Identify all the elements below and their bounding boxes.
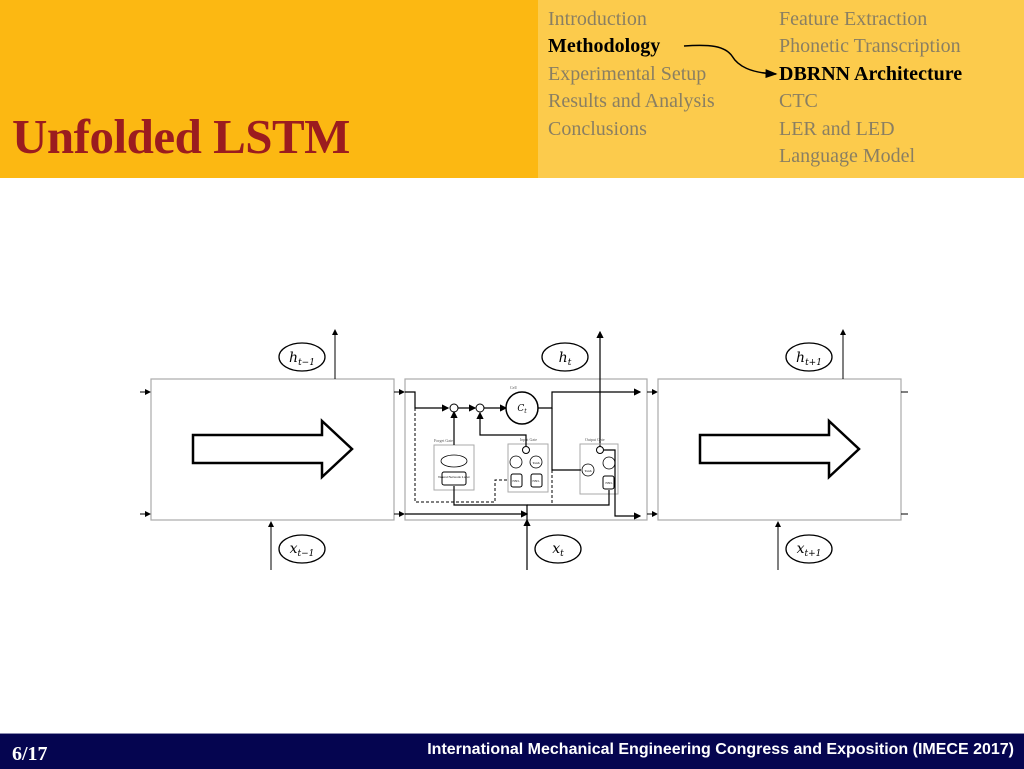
header-title-panel: Unfolded LSTM [0, 0, 538, 178]
nav-section-introduction[interactable]: Introduction [548, 6, 715, 33]
nav-subsection-dbrnn-architecture[interactable]: DBRNN Architecture [779, 61, 962, 88]
nav-subsection-language-model[interactable]: Language Model [779, 143, 962, 170]
svg-text:Neural Network Layer: Neural Network Layer [438, 475, 471, 479]
nav-subsection-feature-extraction[interactable]: Feature Extraction [779, 6, 962, 33]
footer-bar: 6/17 International Mechanical Engineerin… [0, 733, 1024, 769]
nav-subsection-ctc[interactable]: CTC [779, 88, 962, 115]
svg-text:NNL: NNL [512, 479, 519, 483]
nav-section-results-and-analysis[interactable]: Results and Analysis [548, 88, 715, 115]
nav-pointer-arrow-icon [683, 44, 778, 78]
svg-text:NNL: NNL [532, 479, 539, 483]
nav-subsection-phonetic-transcription[interactable]: Phonetic Transcription [779, 33, 962, 60]
nav-subsection-ler-and-led[interactable]: LER and LED [779, 116, 962, 143]
svg-text:Tanh: Tanh [585, 469, 592, 473]
nav-section-conclusions[interactable]: Conclusions [548, 116, 715, 143]
svg-text:Tanh: Tanh [533, 461, 540, 465]
lstm-block-next: ht+1 xt+1 [657, 329, 908, 570]
slide-title: Unfolded LSTM [12, 109, 350, 164]
svg-text:NNL: NNL [605, 481, 612, 485]
unfolded-lstm-diagram: ht−1 xt−1 Ct Cell ht Forget Gate Neural … [140, 329, 908, 570]
svg-text:Input Gate: Input Gate [520, 437, 537, 442]
svg-text:Output Gate: Output Gate [585, 437, 605, 442]
lstm-block-current: Ct Cell ht Forget Gate Neural Network La… [394, 330, 658, 570]
lstm-block-prev: ht−1 xt−1 [140, 329, 395, 570]
svg-text:Forget Gate: Forget Gate [434, 438, 453, 443]
page-number: 6/17 [12, 743, 48, 765]
conference-name: International Mechanical Engineering Con… [427, 741, 1014, 758]
subsection-nav: Feature Extraction Phonetic Transcriptio… [779, 6, 962, 170]
svg-text:Cell: Cell [510, 385, 518, 390]
